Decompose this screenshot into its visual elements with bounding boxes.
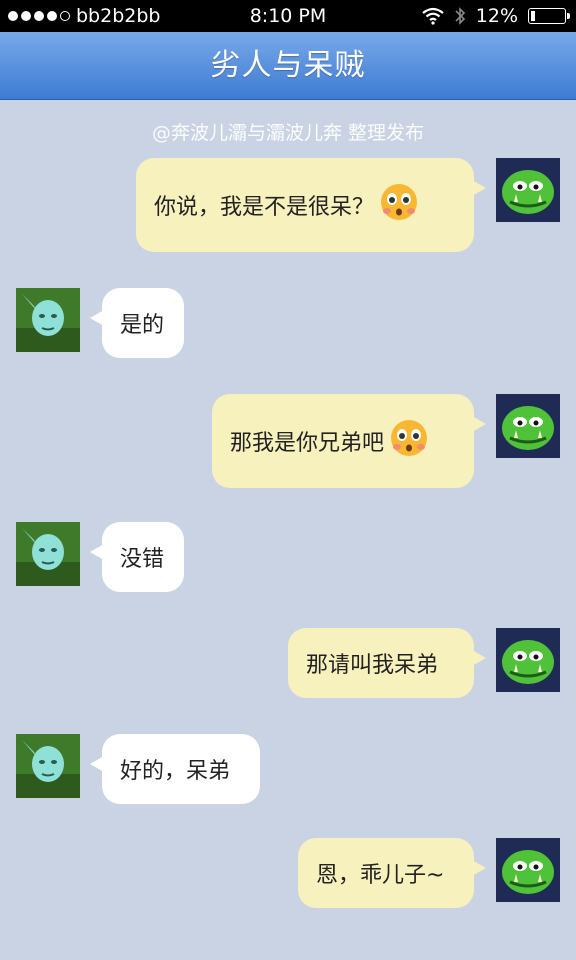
crying-face-icon [380,183,418,227]
user-avatar-orc[interactable] [496,628,560,692]
message-bubble-incoming[interactable]: 是的 [90,288,184,358]
message-bubble-incoming[interactable]: 没错 [90,522,184,592]
message-bubble-incoming[interactable]: 好的，呆弟 [90,734,260,804]
message-text: 好的，呆弟 [120,759,231,784]
message-text: 那我是你兄弟吧 [230,431,385,456]
user-avatar-orc[interactable] [496,394,560,458]
status-right-group: 12% [422,5,570,27]
message-text: 是的 [120,313,165,338]
crying-face-icon [390,419,428,463]
message-text: 那请叫我呆弟 [306,653,439,678]
battery-percent: 12% [475,5,518,27]
bluetooth-icon [455,7,465,25]
user-avatar-elf[interactable] [16,734,80,798]
message-bubble-outgoing[interactable]: 那我是你兄弟吧 [212,394,486,488]
message-text: 恩，乖儿子~ [316,863,445,888]
user-avatar-orc[interactable] [496,158,560,222]
message-text: 你说，我是不是很呆？ [154,195,375,220]
chat-title: 劣人与呆贼 [210,48,366,83]
wifi-icon [422,7,444,25]
battery-icon [528,8,570,24]
user-avatar-orc[interactable] [496,838,560,902]
message-text: 没错 [120,547,165,572]
user-avatar-elf[interactable] [16,522,80,586]
message-bubble-outgoing[interactable]: 你说，我是不是很呆？ [136,158,486,252]
user-avatar-elf[interactable] [16,288,80,352]
message-bubble-outgoing[interactable]: 那请叫我呆弟 [288,628,486,698]
chat-title-bar: 劣人与呆贼 [0,32,576,100]
status-bar: bb2b2bb 8:10 PM 12% [0,0,576,32]
watermark-text: @奔波儿灞与灞波儿奔 整理发布 [151,122,425,144]
message-bubble-outgoing[interactable]: 恩，乖儿子~ [298,838,486,908]
